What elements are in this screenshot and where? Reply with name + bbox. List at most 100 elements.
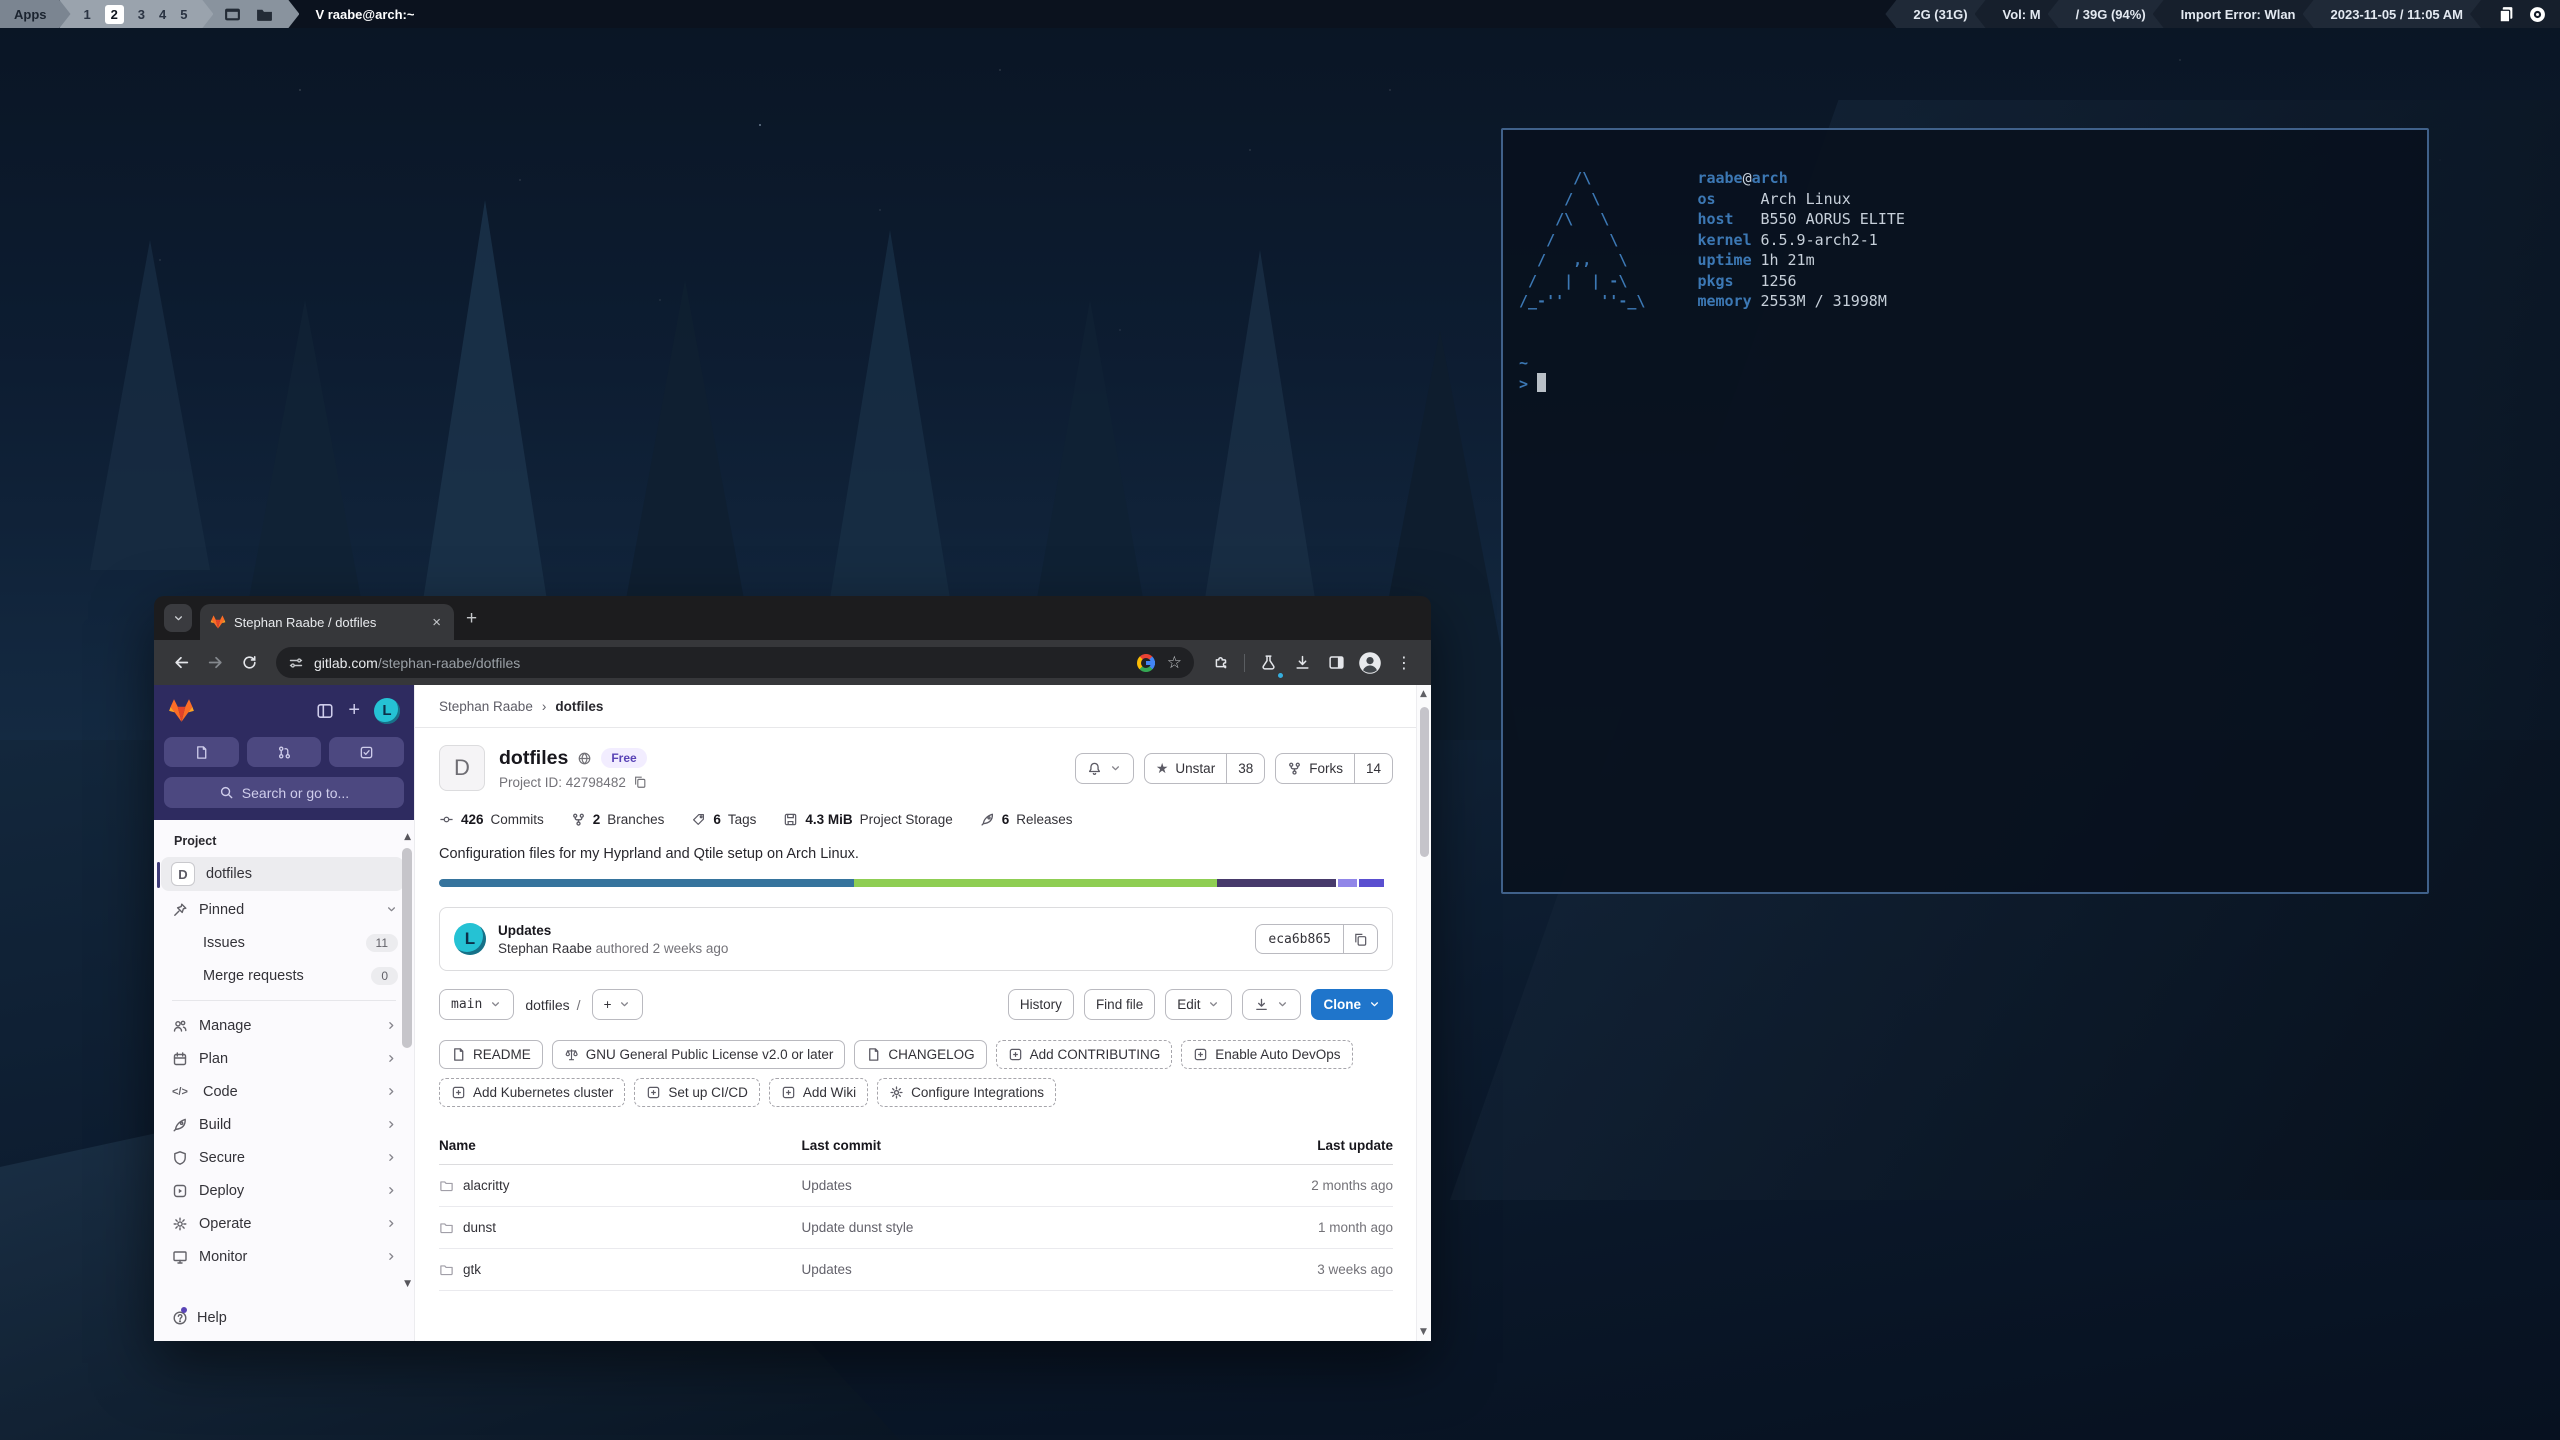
search-input[interactable]: Search or go to...: [164, 777, 404, 808]
download-source-button[interactable]: [1242, 989, 1301, 1020]
enable-autodevops-badge[interactable]: Enable Auto DevOps: [1181, 1040, 1352, 1069]
table-row-gtk[interactable]: gtk Updates 3 weeks ago: [439, 1249, 1393, 1291]
todos-shortcut-button[interactable]: [329, 737, 404, 767]
add-wiki-badge[interactable]: Add Wiki: [769, 1078, 868, 1107]
user-avatar[interactable]: L: [374, 698, 400, 724]
extensions-button[interactable]: [1206, 648, 1236, 678]
window-icon[interactable]: [224, 6, 241, 23]
commit-message[interactable]: Update dunst style: [802, 1220, 1243, 1235]
tab-search-button[interactable]: [164, 604, 192, 632]
page-scrollbar[interactable]: ▲ ▼: [1416, 685, 1431, 1341]
sidebar-item-deploy[interactable]: Deploy: [154, 1174, 414, 1207]
history-button[interactable]: History: [1008, 989, 1074, 1020]
add-contributing-badge[interactable]: Add CONTRIBUTING: [996, 1040, 1173, 1069]
file-name[interactable]: dunst: [463, 1220, 496, 1235]
column-header-name[interactable]: Name: [439, 1138, 476, 1153]
copy-sha-button[interactable]: [1344, 924, 1378, 954]
address-bar[interactable]: gitlab.com/stephan-raabe/dotfiles ☆: [276, 647, 1194, 678]
profile-button[interactable]: [1355, 648, 1385, 678]
workspace-3[interactable]: 3: [138, 7, 145, 22]
changelog-badge[interactable]: CHANGELOG: [854, 1040, 986, 1069]
reload-button[interactable]: [234, 648, 264, 678]
clone-button[interactable]: Clone: [1311, 989, 1393, 1020]
new-tab-button[interactable]: +: [466, 608, 477, 630]
forks-button[interactable]: Forks: [1275, 753, 1355, 784]
sidebar-item-secure[interactable]: Secure: [154, 1141, 414, 1174]
add-file-button[interactable]: +: [592, 989, 644, 1020]
sidebar-item-help[interactable]: Help: [154, 1295, 414, 1341]
workspace-4[interactable]: 4: [159, 7, 166, 22]
commit-title[interactable]: Updates: [498, 923, 728, 938]
power-icon[interactable]: [2529, 6, 2546, 23]
commit-message[interactable]: Updates: [802, 1178, 1243, 1193]
file-name[interactable]: gtk: [463, 1262, 481, 1277]
breadcrumb-current[interactable]: dotfiles: [555, 699, 603, 714]
tab-close-icon[interactable]: ×: [429, 614, 444, 631]
language-bar[interactable]: [439, 879, 1393, 887]
branch-selector[interactable]: main: [439, 989, 514, 1020]
sidebar-item-issues[interactable]: Issues 11: [154, 926, 414, 959]
setup-cicd-badge[interactable]: Set up CI/CD: [634, 1078, 760, 1107]
edit-button[interactable]: Edit: [1165, 989, 1232, 1020]
stat-tags[interactable]: 6 Tags: [691, 812, 756, 827]
volume-widget[interactable]: Vol: M: [1975, 0, 2059, 28]
create-new-button[interactable]: +: [348, 699, 360, 722]
downloads-button[interactable]: [1287, 648, 1317, 678]
stat-releases[interactable]: 6 Releases: [980, 812, 1073, 827]
stat-commits[interactable]: 426 Commits: [439, 812, 544, 827]
issues-shortcut-button[interactable]: [164, 737, 239, 767]
copy-icon[interactable]: [633, 775, 647, 789]
commit-author-avatar[interactable]: L: [454, 923, 486, 955]
sidebar-item-build[interactable]: Build: [154, 1108, 414, 1141]
configure-integrations-badge[interactable]: Configure Integrations: [877, 1078, 1056, 1107]
stat-branches[interactable]: 2 Branches: [571, 812, 665, 827]
sidebar-item-dotfiles[interactable]: D dotfiles: [161, 857, 404, 891]
stat-storage[interactable]: 4.3 MiB Project Storage: [783, 812, 952, 827]
find-file-button[interactable]: Find file: [1084, 989, 1155, 1020]
sidebar-item-merge-requests[interactable]: Merge requests 0: [154, 959, 414, 992]
workspace-5[interactable]: 5: [180, 7, 187, 22]
sidebar-item-code[interactable]: </> Code: [154, 1075, 414, 1108]
experiments-button[interactable]: [1253, 648, 1283, 678]
merge-requests-shortcut-button[interactable]: [247, 737, 322, 767]
bookmark-star-icon[interactable]: ☆: [1167, 653, 1182, 673]
unstar-button[interactable]: ★ Unstar: [1144, 753, 1227, 784]
scroll-up-arrow[interactable]: ▲: [1420, 689, 1427, 699]
scroll-down-arrow[interactable]: ▼: [1420, 1327, 1427, 1337]
file-name[interactable]: alacritty: [463, 1178, 510, 1193]
sidebar-item-plan[interactable]: Plan: [154, 1042, 414, 1075]
folder-icon[interactable]: [256, 6, 273, 23]
forward-button[interactable]: [200, 648, 230, 678]
repo-path-name[interactable]: dotfiles: [525, 997, 569, 1013]
notifications-button[interactable]: [1075, 753, 1134, 784]
add-kubernetes-badge[interactable]: Add Kubernetes cluster: [439, 1078, 625, 1107]
sidebar-scroll-down-arrow[interactable]: ▼: [404, 1279, 411, 1289]
sidebar-scroll-up-arrow[interactable]: ▲: [404, 832, 411, 842]
site-info-icon[interactable]: [288, 655, 304, 671]
table-row-dunst[interactable]: dunst Update dunst style 1 month ago: [439, 1207, 1393, 1249]
clipboard-icon[interactable]: [2498, 6, 2515, 23]
sidebar-item-monitor[interactable]: Monitor: [154, 1240, 414, 1273]
breadcrumb-parent[interactable]: Stephan Raabe: [439, 699, 533, 714]
sidebar-item-manage[interactable]: Manage: [154, 1009, 414, 1042]
browser-menu-button[interactable]: ⋮: [1389, 648, 1419, 678]
apps-button[interactable]: Apps: [0, 0, 71, 28]
google-logo-icon[interactable]: [1137, 654, 1155, 672]
sidebar-item-operate[interactable]: Operate: [154, 1207, 414, 1240]
workspace-1[interactable]: 1: [84, 7, 91, 22]
commit-author[interactable]: Stephan Raabe: [498, 941, 592, 956]
browser-tab-active[interactable]: Stephan Raabe / dotfiles ×: [200, 604, 454, 640]
readme-badge[interactable]: README: [439, 1040, 543, 1069]
table-row-alacritty[interactable]: alacritty Updates 2 months ago: [439, 1165, 1393, 1207]
side-panel-button[interactable]: [1321, 648, 1351, 678]
sidebar-scrollbar-thumb[interactable]: [402, 848, 412, 1048]
sidebar-item-pinned[interactable]: Pinned: [154, 893, 414, 926]
workspace-2-active[interactable]: 2: [105, 5, 124, 24]
license-badge[interactable]: GNU General Public License v2.0 or later: [552, 1040, 846, 1069]
fork-count[interactable]: 14: [1355, 753, 1393, 784]
commit-message[interactable]: Updates: [802, 1262, 1243, 1277]
back-button[interactable]: [166, 648, 196, 678]
scrollbar-thumb[interactable]: [1420, 707, 1429, 857]
sidebar-toggle-icon[interactable]: [316, 702, 334, 720]
gitlab-logo[interactable]: [168, 697, 195, 724]
